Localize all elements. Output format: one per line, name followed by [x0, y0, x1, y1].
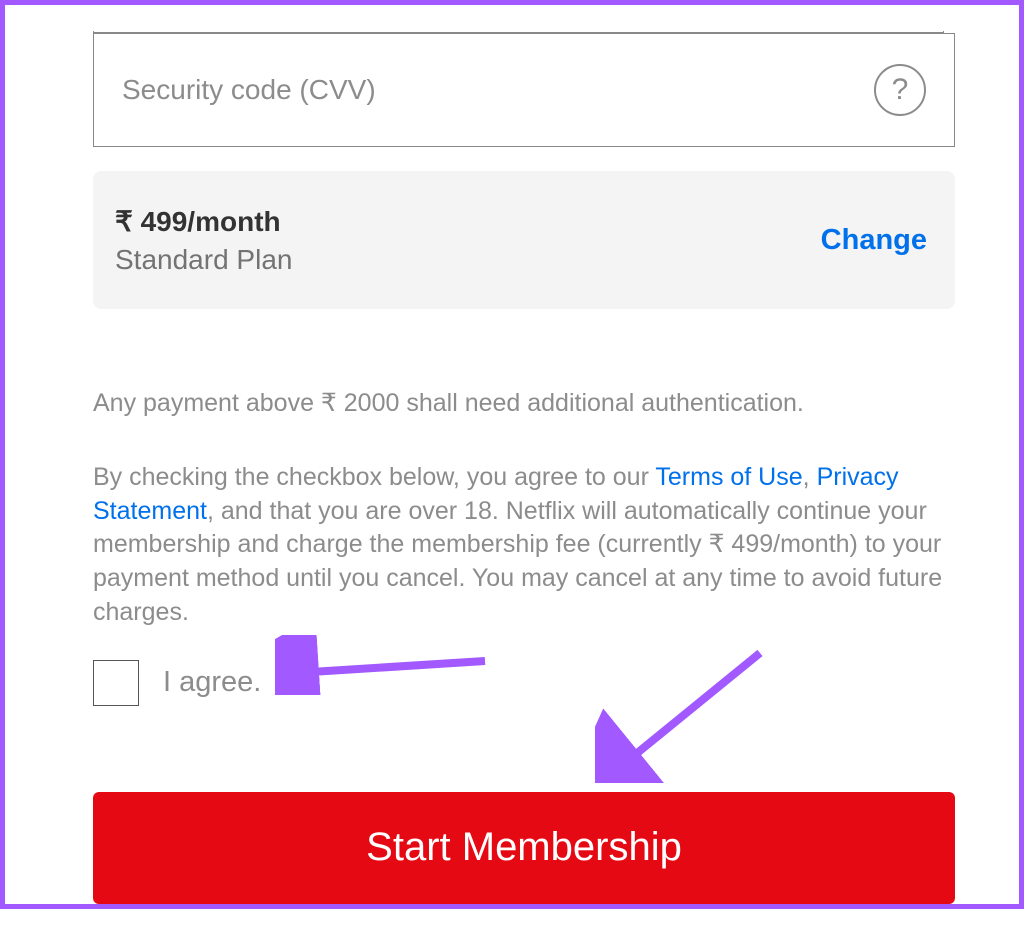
cvv-input[interactable]: Security code (CVV) ? [93, 33, 955, 147]
payment-notice: Any payment above ₹ 2000 shall need addi… [93, 387, 931, 421]
help-icon[interactable]: ? [874, 64, 926, 116]
plan-name: Standard Plan [115, 244, 292, 276]
start-membership-button[interactable]: Start Membership [93, 792, 955, 904]
agree-checkbox[interactable] [93, 660, 139, 706]
change-plan-link[interactable]: Change [821, 224, 927, 257]
payment-form-section: Security code (CVV) ? ₹ 499/month Standa… [5, 33, 1019, 932]
agree-label: I agree. [163, 666, 261, 699]
annotated-screenshot-frame: Security code (CVV) ? ₹ 499/month Standa… [0, 0, 1024, 909]
legal-suffix: , and that you are over 18. Netflix will… [93, 497, 942, 626]
legal-prefix: By checking the checkbox below, you agre… [93, 463, 655, 491]
terms-of-use-link[interactable]: Terms of Use [655, 463, 802, 491]
legal-sep1: , [803, 463, 817, 491]
plan-summary: ₹ 499/month Standard Plan Change [93, 171, 955, 309]
plan-price: ₹ 499/month [115, 205, 292, 238]
cvv-placeholder-text: Security code (CVV) [122, 74, 376, 106]
plan-info: ₹ 499/month Standard Plan [115, 205, 292, 276]
agree-row: I agree. [93, 660, 931, 706]
legal-text: By checking the checkbox below, you agre… [93, 461, 955, 630]
previous-input-edge [93, 31, 944, 33]
start-membership-label: Start Membership [366, 825, 682, 870]
